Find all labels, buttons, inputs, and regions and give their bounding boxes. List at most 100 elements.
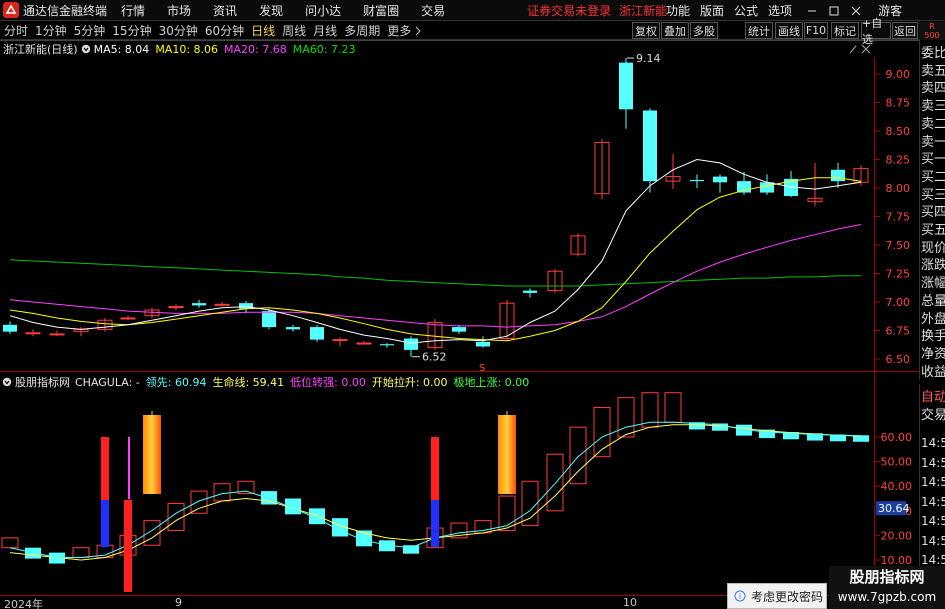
mark-button[interactable]: 标记 xyxy=(831,22,859,39)
period-1min[interactable]: 1分钟 xyxy=(35,22,67,39)
ma10-line xyxy=(9,177,862,342)
auto-label[interactable]: 自动 xyxy=(920,386,945,406)
menu-wealth[interactable]: 财富圈 xyxy=(363,2,399,19)
price-tick-label-4: 8.00 xyxy=(886,182,911,195)
signal-col-3 xyxy=(124,500,132,592)
watermark-url: www.7gpzb.com xyxy=(837,590,937,604)
ind-tick-label-0: 60.00 xyxy=(881,431,913,444)
sell-marker: S xyxy=(479,363,485,374)
stats-button[interactable]: 统计 xyxy=(745,22,773,39)
kline-chart[interactable]: 9.00 8.75 8.50 8.25 8.00 7.75 7.50 7.25 7.00 6.75… xyxy=(0,0,945,609)
trade-time-3: 14:56 xyxy=(921,494,945,509)
chevron-right-icon[interactable] xyxy=(414,26,422,36)
stock-period-label: 浙江新能(日线) xyxy=(3,43,78,56)
low-price-label: 6.52 xyxy=(422,351,447,364)
price-tick-label-1: 8.75 xyxy=(886,97,911,110)
menu-market[interactable]: 市场 xyxy=(167,2,191,19)
ind-bar-26 xyxy=(617,397,635,438)
candle-body-16 xyxy=(380,344,394,346)
minimize-icon[interactable] xyxy=(806,5,818,17)
chart-tools-icon[interactable] xyxy=(848,43,874,55)
menu-formula[interactable]: 公式 xyxy=(734,2,758,19)
orange-signal-1 xyxy=(143,415,161,494)
candle-body-29 xyxy=(690,180,704,182)
order-book-panel: 委比 卖五 卖四 卖三 卖二 卖一 买一 买二 买三 买四 买五 现价 涨跌 涨幅 总量 外盘 换手 净资 收益 xyxy=(919,40,945,380)
indicator-dropdown-icon[interactable] xyxy=(2,377,12,387)
menu-news[interactable]: 资讯 xyxy=(213,2,237,19)
restore-icon[interactable] xyxy=(828,5,840,17)
info-icon: i xyxy=(734,590,746,602)
period-weekly[interactable]: 周线 xyxy=(282,22,306,39)
ind-bar-28 xyxy=(664,392,682,423)
candle-body-22 xyxy=(523,290,537,293)
ind-bar-23 xyxy=(546,453,564,512)
life-line-label: 生命线: 59.41 xyxy=(212,376,285,389)
ind-tick-label-2: 40.00 xyxy=(881,480,913,493)
dropdown-icon[interactable] xyxy=(81,44,91,54)
r-indicator: R 500 xyxy=(919,22,945,40)
candle-body-8 xyxy=(192,303,206,306)
menu-ask[interactable]: 问小达 xyxy=(305,2,341,19)
adjust-button[interactable]: 复权 xyxy=(632,22,660,39)
price-tick-label-7: 7.25 xyxy=(886,268,911,281)
add-watchlist-button[interactable]: +自选 xyxy=(861,17,891,46)
svg-text:i: i xyxy=(739,592,741,601)
candle-body-19 xyxy=(452,327,466,332)
trade-time-4: 14:56 xyxy=(921,514,945,528)
ma60-label: MA60: 7.23 xyxy=(292,42,356,56)
menu-options[interactable]: 选项 xyxy=(768,2,792,19)
period-timeshare[interactable]: 分时 xyxy=(4,22,28,39)
f10-button[interactable]: F10 xyxy=(804,22,828,39)
period-multi[interactable]: 多周期 xyxy=(344,22,380,39)
ma20-label: MA20: 7.68 xyxy=(224,42,287,56)
trade-label[interactable]: 交易 xyxy=(920,404,945,424)
login-warning[interactable]: 证券交易未登录 xyxy=(527,2,611,19)
candle-body-2 xyxy=(49,333,65,336)
period-60min[interactable]: 60分钟 xyxy=(205,22,244,39)
period-15min[interactable]: 15分钟 xyxy=(112,22,151,39)
r-label: R xyxy=(929,22,935,31)
close-icon[interactable] xyxy=(850,5,862,17)
ind-bar-1 xyxy=(25,547,41,559)
ind-bar-24 xyxy=(569,426,587,485)
candle-body-0 xyxy=(3,324,17,332)
overlay-button[interactable]: 叠加 xyxy=(661,22,689,39)
ind-bar-6 xyxy=(143,520,161,546)
period-30min[interactable]: 30分钟 xyxy=(159,22,198,39)
trade-time-2: 14:56 xyxy=(921,475,945,489)
back-button[interactable]: 返回 xyxy=(892,22,918,39)
menu-layout[interactable]: 版面 xyxy=(700,2,724,19)
candle-body-31 xyxy=(737,181,751,193)
candle-body-11 xyxy=(262,311,276,328)
period-5min[interactable]: 5分钟 xyxy=(74,22,106,39)
candle-body-20 xyxy=(476,341,490,347)
price-tick-label-3: 8.25 xyxy=(886,154,911,167)
menu-market-quotes[interactable]: 行情 xyxy=(121,2,145,19)
signal-col-2-blue xyxy=(431,500,439,547)
menu-discover[interactable]: 发现 xyxy=(259,2,283,19)
period-daily[interactable]: 日线 xyxy=(251,22,275,39)
indicator-name: CHAGULA: - xyxy=(75,375,140,389)
candle-body-1 xyxy=(25,332,41,335)
ind-bar-9 xyxy=(213,483,231,502)
low-strong-label: 低位转强: 0.00 xyxy=(290,376,366,389)
start-rise-label: 开始拉升: 0.00 xyxy=(371,376,448,389)
candle-body-5 xyxy=(120,317,136,320)
signal-col-2-red xyxy=(431,437,439,500)
candle-body-7 xyxy=(168,306,184,309)
candle-body-30 xyxy=(713,176,727,183)
draw-button[interactable]: 画线 xyxy=(775,22,803,39)
period-monthly[interactable]: 月线 xyxy=(313,22,337,39)
r-value: 500 xyxy=(924,31,940,40)
candle-body-14 xyxy=(332,339,348,342)
ground-rise-label: 极地上涨: 0.00 xyxy=(453,376,530,389)
current-stock-name: 浙江新能 xyxy=(619,3,668,18)
ind-bar-22 xyxy=(521,480,539,527)
password-notice-popup[interactable]: i 考虑更改密码 xyxy=(727,583,827,609)
menu-trade[interactable]: 交易 xyxy=(421,2,445,19)
multi-stock-button[interactable]: 多股 xyxy=(690,22,718,39)
period-more[interactable]: 更多 xyxy=(387,22,411,39)
menu-function[interactable]: 功能 xyxy=(666,2,690,19)
ind-bar-3 xyxy=(72,547,90,559)
candle-body-12 xyxy=(286,327,300,330)
